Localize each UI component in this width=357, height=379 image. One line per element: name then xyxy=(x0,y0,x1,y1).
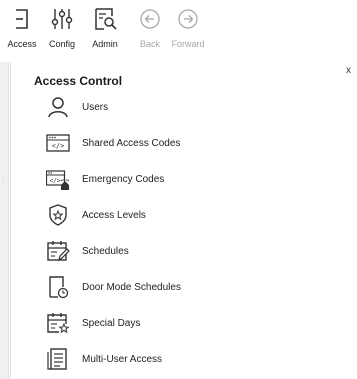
menu-item-label: Door Mode Schedules xyxy=(82,281,181,293)
access-button[interactable]: Access xyxy=(2,4,42,56)
menu-item-label: Shared Access Codes xyxy=(82,137,181,149)
sliders-icon xyxy=(51,9,73,29)
config-label: Config xyxy=(48,39,75,49)
forward-button[interactable]: Forward xyxy=(168,4,208,56)
document-list-icon xyxy=(46,347,70,371)
menu-item-access-levels[interactable]: Access Levels xyxy=(46,203,286,227)
menu-item-emergency-codes[interactable]: </> Emergency Codes xyxy=(46,167,286,191)
menu-item-label: Emergency Codes xyxy=(82,173,165,185)
user-icon xyxy=(46,95,70,119)
menu-item-label: Schedules xyxy=(82,245,129,257)
toolbar: Access Config Admin Back Forward xyxy=(0,0,357,58)
menu-item-label: Special Days xyxy=(82,317,141,329)
svg-text:</>: </> xyxy=(52,142,65,150)
door-clock-icon xyxy=(46,275,70,299)
menu-item-door-mode-schedules[interactable]: Door Mode Schedules xyxy=(46,275,286,299)
menu-item-schedules[interactable]: Schedules xyxy=(46,239,286,263)
admin-label: Admin xyxy=(92,39,118,49)
panel-title: Access Control xyxy=(34,74,123,88)
back-button[interactable]: Back xyxy=(130,4,170,56)
menu-item-users[interactable]: Users xyxy=(46,95,286,119)
shield-star-icon xyxy=(46,203,70,227)
exit-door-icon xyxy=(16,9,28,29)
menu-item-multi-user-access[interactable]: Multi-User Access xyxy=(46,347,286,371)
sidebar-collapsed: ‹ xyxy=(0,62,9,379)
config-button[interactable]: Config xyxy=(42,4,82,56)
back-label: Back xyxy=(139,39,160,49)
access-control-panel: x Access Control Users </> Shared Access… xyxy=(10,62,357,379)
back-arrow-circle-icon xyxy=(140,9,160,29)
sidebar-grip[interactable]: ‹ xyxy=(2,179,6,185)
calendar-edit-icon xyxy=(46,239,70,263)
menu-item-shared-access-codes[interactable]: </> Shared Access Codes xyxy=(46,131,286,155)
menu-item-label: Multi-User Access xyxy=(82,353,163,365)
admin-button[interactable]: Admin xyxy=(85,4,125,56)
menu-item-label: Access Levels xyxy=(82,209,146,221)
close-button[interactable]: x xyxy=(346,65,351,76)
menu-item-label: Users xyxy=(82,101,109,113)
admin-search-icon xyxy=(95,8,117,30)
menu-item-special-days[interactable]: Special Days xyxy=(46,311,286,335)
forward-label: Forward xyxy=(171,39,205,49)
emergency-code-icon: </> xyxy=(46,167,70,191)
code-keypad-icon: </> xyxy=(46,131,70,155)
forward-arrow-circle-icon xyxy=(178,9,198,29)
calendar-star-icon xyxy=(46,311,70,335)
access-label: Access xyxy=(7,39,37,49)
svg-text:</>: </> xyxy=(50,178,61,185)
